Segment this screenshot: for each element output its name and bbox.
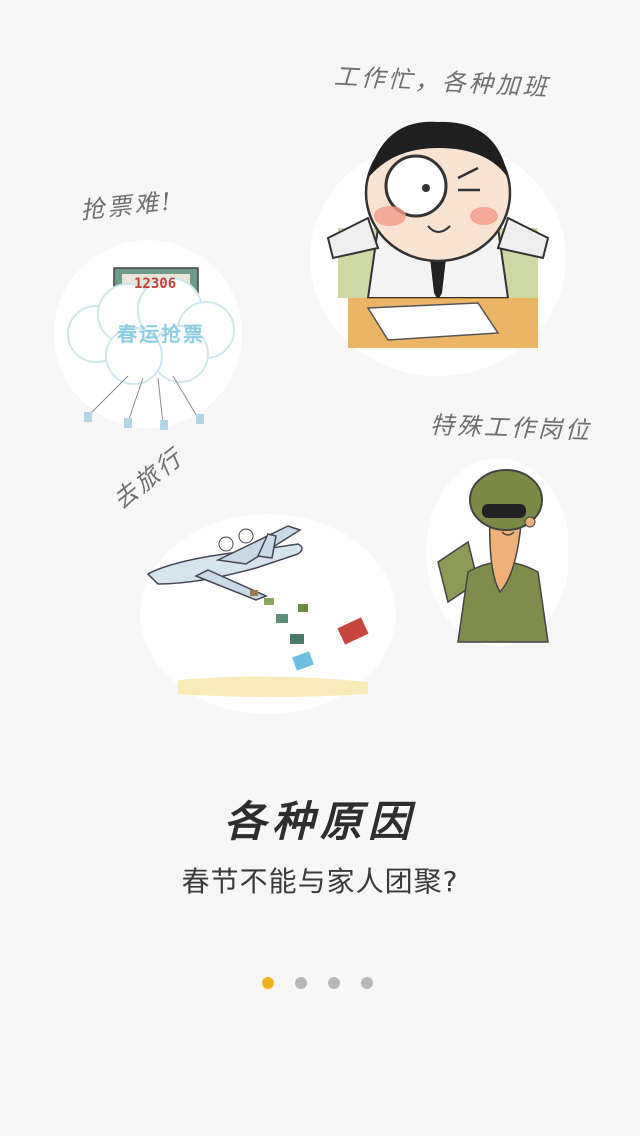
- headline: 各种原因: [223, 797, 416, 846]
- caption-ticket-hard: 抢票难!: [79, 187, 176, 225]
- soldier-illustration: [418, 452, 568, 648]
- page-indicator: [262, 976, 382, 990]
- plane-travel-illustration: [138, 504, 400, 714]
- ticket-cloud-illustration: 12306 春运抢票: [48, 236, 248, 432]
- office-worker-illustration: [308, 108, 568, 378]
- page-dot-3[interactable]: [328, 977, 340, 989]
- page-dot-1[interactable]: [262, 977, 274, 989]
- ticket-number: 12306: [134, 276, 177, 292]
- subline: 春节不能与家人团聚?: [181, 865, 459, 898]
- caption-busy-work: 工作忙，各种加班: [333, 62, 551, 102]
- page-dot-4[interactable]: [361, 977, 373, 989]
- caption-special-job: 特殊工作岗位: [429, 411, 593, 445]
- ticket-cloud-text: 春运抢票: [117, 322, 205, 346]
- page-dot-2[interactable]: [295, 977, 307, 989]
